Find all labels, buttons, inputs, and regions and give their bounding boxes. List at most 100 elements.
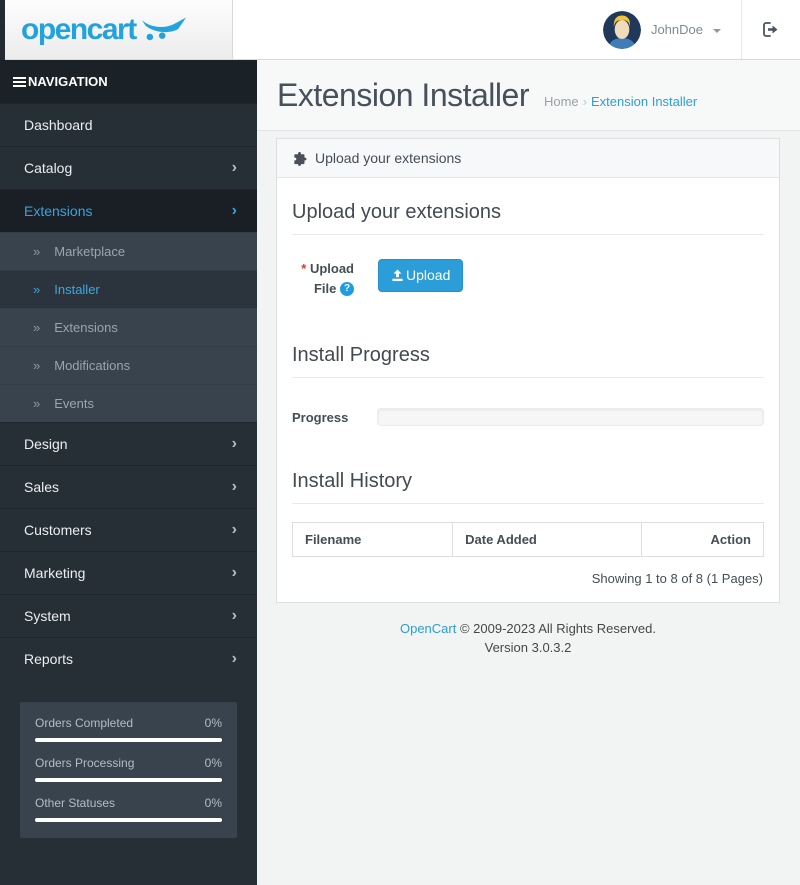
- double-chevron-icon: »: [33, 320, 40, 335]
- sign-out-icon: [762, 21, 780, 38]
- sidebar-item-label: Dashboard: [24, 117, 93, 133]
- breadcrumb-current-link[interactable]: Extension Installer: [591, 94, 697, 109]
- double-chevron-icon: »: [33, 396, 40, 411]
- logout-button[interactable]: [742, 0, 800, 59]
- column-header-action: Action: [641, 523, 763, 557]
- sidebar-subitem-events[interactable]: » Events: [0, 384, 257, 422]
- stat-value: 0%: [205, 796, 222, 810]
- sidebar-item-label: System: [24, 608, 71, 624]
- sidebar-nav-title: NAVIGATION: [28, 74, 108, 89]
- hamburger-icon: [13, 77, 26, 87]
- sidebar-item-label: Extensions: [24, 203, 92, 219]
- sidebar-subitem-label: Extensions: [54, 320, 118, 335]
- top-header: opencart JohnDoe: [5, 0, 800, 60]
- sidebar-item-reports[interactable]: Reports ›: [0, 637, 257, 680]
- chevron-right-icon: ›: [232, 436, 237, 452]
- stat-progress-bar: [35, 778, 222, 782]
- install-history-table: Filename Date Added Action: [292, 522, 764, 557]
- chevron-right-icon: ›: [232, 565, 237, 581]
- page-header: Extension Installer Home › Extension Insta…: [257, 60, 800, 131]
- stat-row: Orders Processing 0%: [35, 756, 222, 782]
- upload-file-row: * Upload File ? Upload: [292, 259, 764, 298]
- chevron-right-icon: ›: [232, 522, 237, 538]
- sidebar-item-label: Catalog: [24, 160, 72, 176]
- upload-arrow-icon: [391, 269, 404, 282]
- progress-section-title: Install Progress: [292, 344, 764, 378]
- breadcrumb-home-link[interactable]: Home: [544, 94, 579, 109]
- sidebar-submenu: » Marketplace » Installer » Extensions » Modifi…: [0, 232, 257, 422]
- sidebar-menu: Dashboard Catalog › Extensions › » Marketplace…: [0, 103, 257, 680]
- sidebar-item-extensions[interactable]: Extensions ›: [0, 189, 257, 232]
- sidebar-subitem-label: Installer: [54, 282, 100, 297]
- sidebar-item-marketing[interactable]: Marketing ›: [0, 551, 257, 594]
- page-title: Extension Installer: [277, 78, 529, 113]
- stat-progress-bar: [35, 818, 222, 822]
- stat-label: Other Statuses: [35, 796, 115, 810]
- install-progress-bar: [377, 408, 764, 426]
- breadcrumb-separator: ›: [583, 94, 587, 109]
- puzzle-piece-icon: [292, 151, 307, 166]
- caret-down-icon: [713, 29, 721, 33]
- breadcrumb: Home › Extension Installer: [544, 94, 697, 109]
- sidebar-subitem-label: Events: [54, 396, 94, 411]
- chevron-right-icon: ›: [232, 203, 237, 219]
- progress-label: Progress: [292, 410, 377, 425]
- avatar: [603, 11, 641, 49]
- chevron-right-icon: ›: [232, 479, 237, 495]
- double-chevron-icon: »: [33, 244, 40, 259]
- opencart-logo-text: opencart: [21, 15, 136, 45]
- footer: OpenCart © 2009-2023 All Rights Reserved…: [276, 603, 780, 658]
- help-icon[interactable]: ?: [340, 282, 354, 296]
- sidebar-item-label: Customers: [24, 522, 92, 538]
- stat-progress-bar: [35, 738, 222, 742]
- stat-value: 0%: [205, 716, 222, 730]
- column-header-filename: Filename: [293, 523, 453, 557]
- sidebar-item-label: Marketing: [24, 565, 85, 581]
- table-header-row: Filename Date Added Action: [293, 523, 764, 557]
- sidebar-item-label: Sales: [24, 479, 59, 495]
- opencart-logo[interactable]: opencart: [5, 0, 233, 59]
- opencart-footer-link[interactable]: OpenCart: [400, 621, 456, 636]
- pagination-status: Showing 1 to 8 of 8 (1 Pages): [292, 557, 764, 592]
- double-chevron-icon: »: [33, 358, 40, 373]
- sidebar-item-catalog[interactable]: Catalog ›: [0, 146, 257, 189]
- panel-heading: Upload your extensions: [277, 139, 779, 178]
- order-stats-panel: Orders Completed 0% Orders Processing 0%…: [20, 702, 237, 838]
- sidebar-item-label: Design: [24, 436, 68, 452]
- stat-label: Orders Completed: [35, 716, 133, 730]
- progress-row: Progress: [292, 408, 764, 426]
- required-asterisk: *: [301, 261, 306, 276]
- sidebar-subitem-label: Marketplace: [54, 244, 125, 259]
- sidebar-subitem-modifications[interactable]: » Modifications: [0, 346, 257, 384]
- stat-value: 0%: [205, 756, 222, 770]
- sidebar-subitem-marketplace[interactable]: » Marketplace: [0, 232, 257, 270]
- version-text: Version 3.0.3.2: [276, 639, 780, 658]
- sidebar-subitem-installer[interactable]: » Installer: [0, 270, 257, 308]
- stat-row: Orders Completed 0%: [35, 716, 222, 742]
- sidebar-item-design[interactable]: Design ›: [0, 422, 257, 465]
- sidebar-item-sales[interactable]: Sales ›: [0, 465, 257, 508]
- double-chevron-icon: »: [33, 282, 40, 297]
- sidebar-item-label: Reports: [24, 651, 73, 667]
- upload-button[interactable]: Upload: [378, 259, 463, 292]
- copyright-text: © 2009-2023 All Rights Reserved.: [460, 621, 656, 636]
- sidebar: NAVIGATION Dashboard Catalog › Extensions › »…: [0, 60, 257, 885]
- main-content: Extension Installer Home › Extension Insta…: [257, 60, 800, 885]
- sidebar-item-dashboard[interactable]: Dashboard: [0, 103, 257, 146]
- installer-panel: Upload your extensions Upload your exten…: [276, 138, 780, 603]
- chevron-right-icon: ›: [232, 608, 237, 624]
- sidebar-item-customers[interactable]: Customers ›: [0, 508, 257, 551]
- chevron-right-icon: ›: [232, 160, 237, 176]
- upload-section-title: Upload your extensions: [292, 201, 764, 235]
- sidebar-item-system[interactable]: System ›: [0, 594, 257, 637]
- chevron-right-icon: ›: [232, 651, 237, 667]
- sidebar-subitem-extensions[interactable]: » Extensions: [0, 308, 257, 346]
- history-section-title: Install History: [292, 470, 764, 504]
- sidebar-nav-header: NAVIGATION: [0, 60, 257, 103]
- stat-label: Orders Processing: [35, 756, 134, 770]
- upload-button-label: Upload: [406, 267, 450, 284]
- upload-file-label: * Upload File ?: [292, 259, 354, 298]
- sidebar-subitem-label: Modifications: [54, 358, 130, 373]
- user-menu[interactable]: JohnDoe: [583, 0, 741, 59]
- user-name: JohnDoe: [651, 22, 703, 37]
